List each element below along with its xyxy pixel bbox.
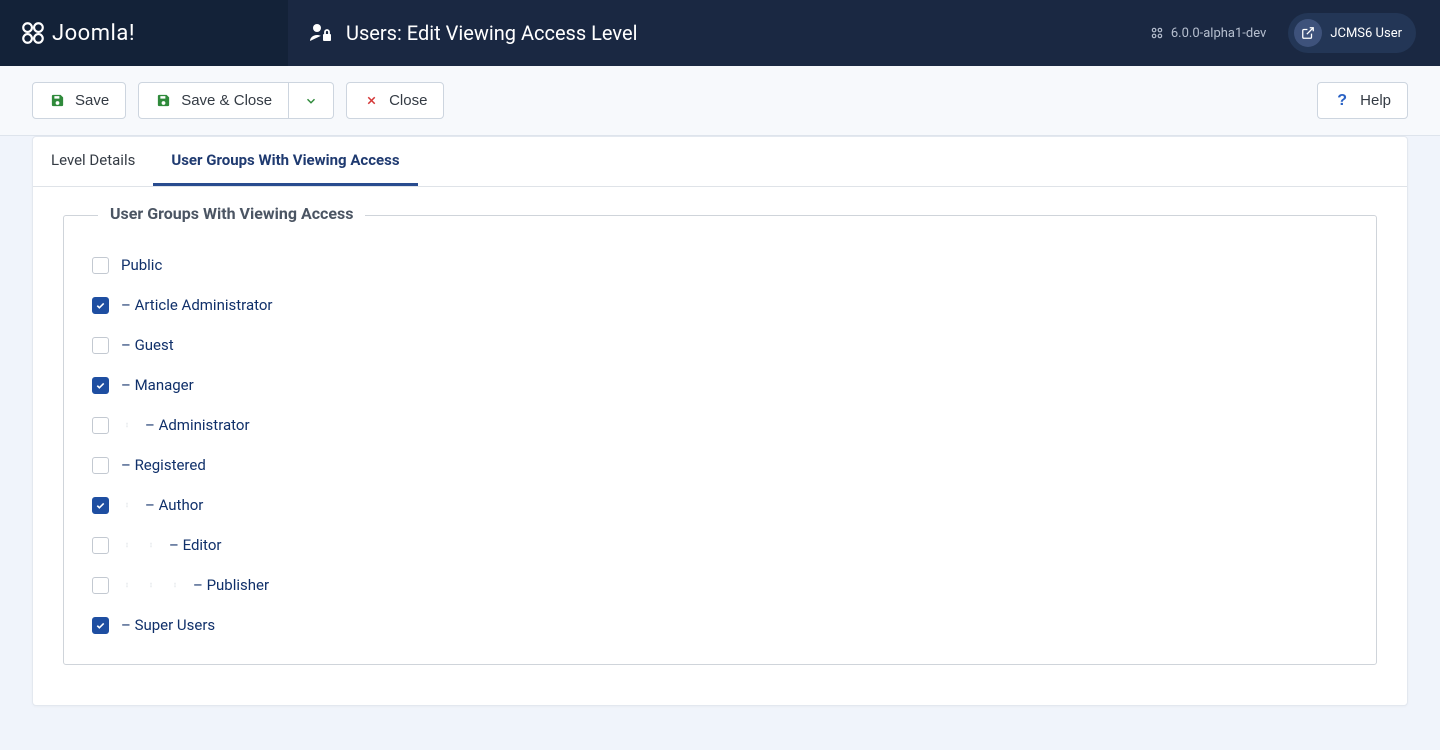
- tree-indent-icon: [117, 497, 137, 513]
- help-button[interactable]: ? Help: [1317, 82, 1408, 119]
- chevron-down-icon: [303, 93, 319, 109]
- save-close-label: Save & Close: [181, 92, 272, 109]
- tabs: Level DetailsUser Groups With Viewing Ac…: [33, 137, 1407, 187]
- group-item[interactable]: – Guest: [92, 336, 1348, 354]
- save-dropdown-button[interactable]: [289, 82, 334, 119]
- title-area: Users: Edit Viewing Access Level: [288, 0, 1125, 66]
- group-checkbox[interactable]: [92, 257, 109, 274]
- save-button[interactable]: Save: [32, 82, 126, 119]
- close-icon: [363, 93, 379, 109]
- group-item[interactable]: Public: [92, 256, 1348, 274]
- save-icon: [155, 93, 171, 109]
- brand[interactable]: Joomla!: [0, 0, 288, 66]
- group-label: – Guest: [121, 336, 174, 354]
- joomla-small-icon: [1149, 25, 1165, 41]
- main-panel: Level DetailsUser Groups With Viewing Ac…: [32, 136, 1408, 706]
- group-label: – Administrator: [145, 416, 250, 434]
- toolbar: Save Save & Close Close ? Help: [0, 66, 1440, 136]
- user-name: JCMS6 User: [1330, 26, 1402, 41]
- group-label: – Registered: [121, 456, 206, 474]
- tree-indent-icon: [141, 577, 161, 593]
- version-text: 6.0.0-alpha1-dev: [1171, 26, 1266, 41]
- joomla-logo-icon: [20, 20, 46, 46]
- tab-0[interactable]: Level Details: [33, 137, 153, 186]
- tree-indent-icon: [141, 537, 161, 553]
- group-list: Public – Article Administrator – Guest – Ma…: [92, 256, 1348, 634]
- group-checkbox[interactable]: [92, 497, 109, 514]
- user-groups-fieldset: User Groups With Viewing Access Public– …: [63, 215, 1377, 665]
- external-link-icon: [1294, 19, 1322, 47]
- fieldset-legend: User Groups With Viewing Access: [98, 204, 365, 223]
- tree-indent-icon: [117, 537, 137, 553]
- group-item[interactable]: – Manager: [92, 376, 1348, 394]
- save-close-group: Save & Close: [138, 82, 334, 119]
- save-icon: [49, 93, 65, 109]
- help-icon: ?: [1334, 93, 1350, 109]
- group-checkbox[interactable]: [92, 417, 109, 434]
- page-title: Users: Edit Viewing Access Level: [346, 21, 637, 45]
- tree-indent-icon: [117, 577, 137, 593]
- group-item[interactable]: – Editor: [92, 536, 1348, 554]
- group-label: – Super Users: [121, 616, 215, 634]
- close-button[interactable]: Close: [346, 82, 444, 119]
- group-label: – Article Administrator: [121, 296, 273, 314]
- user-menu[interactable]: JCMS6 User: [1288, 13, 1416, 53]
- brand-name: Joomla!: [52, 21, 135, 46]
- group-checkbox[interactable]: [92, 577, 109, 594]
- tree-indent-icon: [117, 417, 137, 433]
- group-label: – Publisher: [193, 576, 269, 594]
- version-indicator[interactable]: 6.0.0-alpha1-dev: [1149, 25, 1266, 41]
- topbar-right: 6.0.0-alpha1-dev JCMS6 User: [1125, 0, 1440, 66]
- group-checkbox[interactable]: [92, 337, 109, 354]
- group-item[interactable]: – Registered: [92, 456, 1348, 474]
- help-label: Help: [1360, 92, 1391, 109]
- users-lock-icon: [308, 21, 332, 45]
- group-label: – Manager: [121, 376, 194, 394]
- group-item[interactable]: – Article Administrator: [92, 296, 1348, 314]
- group-checkbox[interactable]: [92, 617, 109, 634]
- save-label: Save: [75, 92, 109, 109]
- group-checkbox[interactable]: [92, 537, 109, 554]
- group-item[interactable]: – Author: [92, 496, 1348, 514]
- close-label: Close: [389, 92, 427, 109]
- tab-panel: User Groups With Viewing Access Public – …: [33, 187, 1407, 705]
- group-label: – Author: [145, 496, 203, 514]
- group-checkbox[interactable]: [92, 457, 109, 474]
- tab-1[interactable]: User Groups With Viewing Access: [153, 137, 417, 186]
- group-label: Public: [121, 256, 162, 274]
- save-close-button[interactable]: Save & Close: [138, 82, 289, 119]
- group-checkbox[interactable]: [92, 297, 109, 314]
- group-item[interactable]: – Administrator: [92, 416, 1348, 434]
- group-checkbox[interactable]: [92, 377, 109, 394]
- tree-indent-icon: [165, 577, 185, 593]
- group-label: – Editor: [169, 536, 221, 554]
- group-item[interactable]: – Publisher: [92, 576, 1348, 594]
- topbar: Joomla! Users: Edit Viewing Access Level…: [0, 0, 1440, 66]
- group-item[interactable]: – Super Users: [92, 616, 1348, 634]
